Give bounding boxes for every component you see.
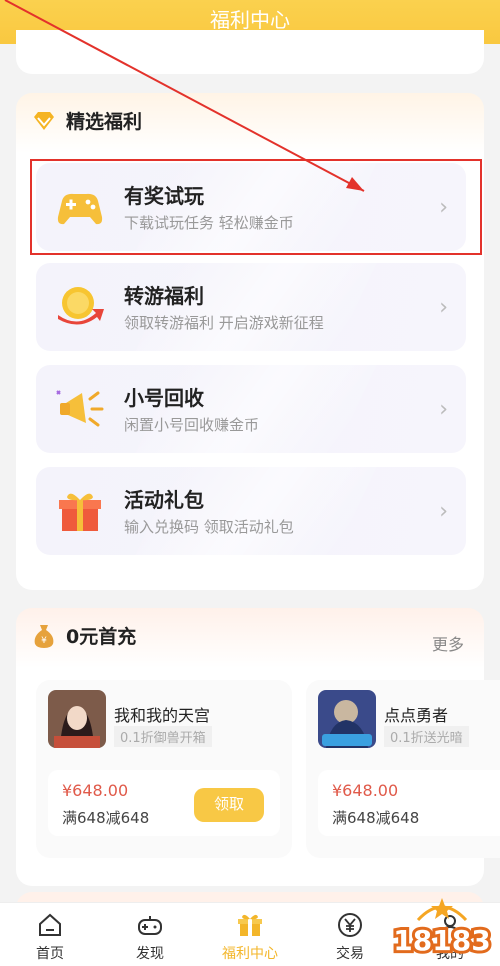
first-charge-header: ¥ 0元首充 — [32, 622, 136, 649]
game-name: 我和我的天宫 — [114, 706, 211, 725]
item-subtitle: 闲置小号回收赚金币 — [124, 416, 260, 434]
yen-icon — [338, 913, 362, 937]
game-card[interactable]: 我和我的天宫 0.1折御兽开箱 ¥648.00 满648减648 领取 — [36, 680, 292, 858]
list-item-event-gift[interactable]: 活动礼包 输入兑换码 领取活动礼包 › — [36, 467, 466, 555]
item-title: 活动礼包 — [124, 488, 204, 512]
item-title: 转游福利 — [124, 284, 204, 308]
chevron-right-icon: › — [439, 295, 448, 320]
first-charge-title: 0元首充 — [66, 626, 137, 648]
gift-icon — [238, 914, 262, 936]
game-name: 点点勇者 — [384, 706, 449, 725]
chevron-right-icon: › — [439, 499, 448, 524]
annotation-arrow-icon — [4, 0, 365, 192]
coupon-condition: 满648减648 — [332, 809, 420, 827]
game-cover-image — [318, 690, 376, 748]
tab-label: 发现 — [136, 946, 164, 962]
tab-label: 交易 — [336, 946, 364, 962]
item-title: 小号回收 — [124, 386, 204, 410]
tab-home[interactable]: 首页 — [0, 903, 100, 966]
gift-box-icon — [59, 493, 101, 531]
svg-text:¥: ¥ — [41, 636, 47, 646]
coupon-price: ¥648.00 — [62, 781, 129, 800]
coin-transfer-icon — [58, 287, 104, 325]
watermark-logo: 18183 — [390, 898, 494, 960]
gamepad-outline-icon — [138, 916, 162, 935]
item-subtitle: 领取转游福利 开启游戏新征程 — [124, 314, 324, 332]
claim-button[interactable]: 领取 — [194, 788, 264, 822]
list-item-transfer-benefit[interactable]: 转游福利 领取转游福利 开启游戏新征程 › — [36, 263, 466, 351]
tab-label: 福利中心 — [222, 946, 278, 962]
game-tag: 0.1折御兽开箱 — [114, 726, 212, 747]
tab-trade[interactable]: 交易 — [300, 903, 400, 966]
game-tag: 0.1折送光暗 — [384, 726, 469, 747]
game-card[interactable]: 点点勇者 0.1折送光暗 ¥648.00 满648减648 — [306, 680, 500, 858]
megaphone-icon — [56, 390, 104, 427]
item-subtitle: 输入兑换码 领取活动礼包 — [124, 518, 294, 536]
chevron-right-icon: › — [439, 397, 448, 422]
game-cover-image — [48, 690, 106, 748]
list-item-account-recycle[interactable]: 小号回收 闲置小号回收赚金币 › — [36, 365, 466, 453]
coupon-condition: 满648减648 — [62, 809, 150, 827]
svg-text:18183: 18183 — [393, 924, 490, 957]
money-bag-icon: ¥ — [34, 624, 54, 648]
coupon-box: ¥648.00 满648减648 — [318, 770, 500, 836]
coupon-box: ¥648.00 满648减648 领取 — [48, 770, 280, 836]
home-icon — [39, 913, 61, 936]
coupon-price: ¥648.00 — [332, 781, 399, 800]
tab-label: 首页 — [36, 946, 64, 962]
more-link[interactable]: 更多 — [432, 631, 464, 655]
tab-discover[interactable]: 发现 — [100, 903, 200, 966]
tab-welfare[interactable]: 福利中心 — [200, 903, 300, 966]
